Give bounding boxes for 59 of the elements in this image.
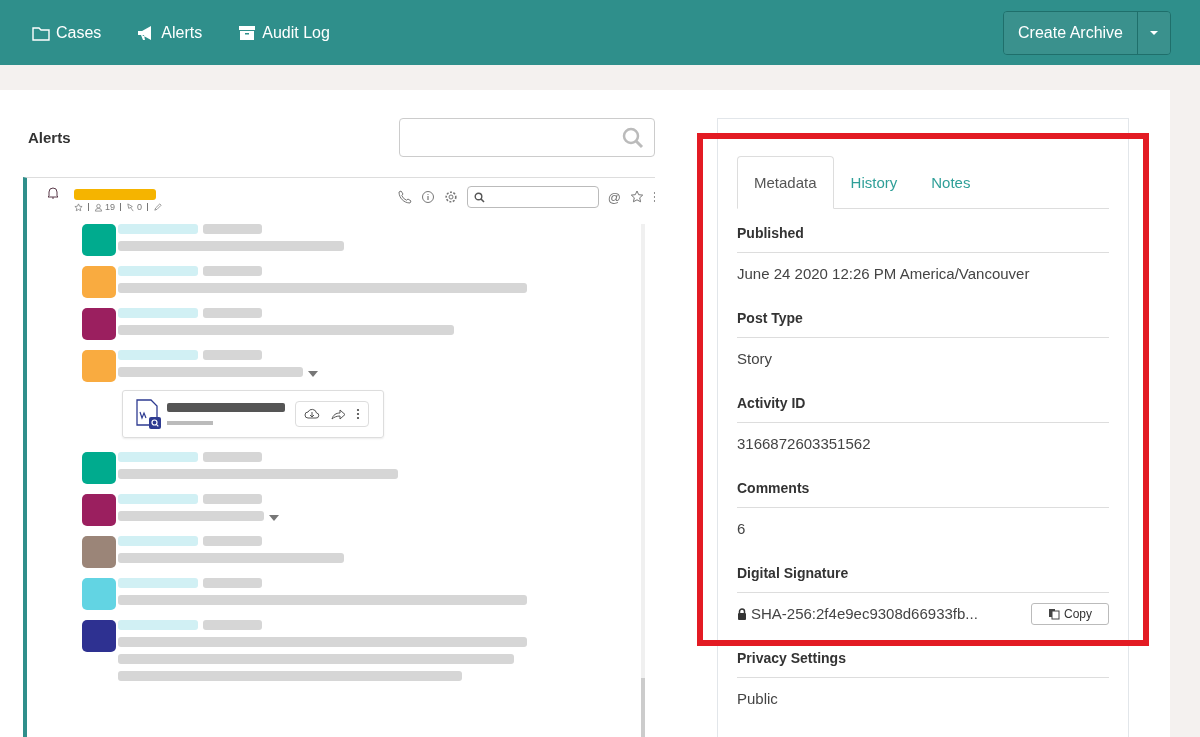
- document-icon: [135, 399, 161, 429]
- nav-link[interactable]: Cases: [32, 23, 102, 42]
- feed-search-field[interactable]: [466, 186, 599, 208]
- section-title: Alerts: [28, 129, 71, 146]
- caret-icon[interactable]: [308, 371, 318, 377]
- dropdown-toggle-button[interactable]: [1138, 11, 1170, 54]
- field-label: Post Type: [737, 294, 1109, 338]
- pencil-icon: [153, 202, 163, 212]
- info-icon[interactable]: [420, 190, 435, 204]
- settings-icon[interactable]: [443, 190, 458, 204]
- share-arrow-icon[interactable]: [330, 407, 346, 421]
- redacted-time-bar: [203, 350, 262, 360]
- tab[interactable]: Metadata: [737, 156, 834, 209]
- redacted-time-bar: [203, 308, 262, 318]
- field-label: Activity ID: [737, 379, 1109, 423]
- search-icon: [622, 126, 644, 149]
- lock-icon: [737, 607, 747, 620]
- redacted-time-bar: [203, 578, 262, 588]
- field-value: 3166872603351562: [737, 435, 871, 452]
- folder-icon: [32, 24, 50, 41]
- search-field[interactable]: [399, 118, 655, 157]
- field-label: Comments: [737, 464, 1109, 508]
- attachment-card[interactable]: [122, 390, 384, 438]
- field-label: Digital Signature: [737, 549, 1109, 593]
- tab[interactable]: Notes: [914, 156, 988, 209]
- redacted-time-bar: [203, 620, 262, 630]
- copy-button[interactable]: Copy: [1031, 602, 1109, 625]
- redacted-size-bar: [167, 421, 213, 425]
- star-icon[interactable]: [630, 190, 644, 204]
- nav-link[interactable]: Audit Log: [238, 23, 330, 42]
- redacted-time-bar: [203, 224, 262, 234]
- nav-link[interactable]: Alerts: [137, 23, 203, 42]
- kebab-menu-icon[interactable]: [356, 407, 360, 421]
- bell-icon: [47, 186, 59, 200]
- field-value: Story: [737, 350, 772, 367]
- create-archive-button[interactable]: Create Archive: [1004, 11, 1138, 54]
- member-count: 19: [105, 202, 115, 212]
- caret-icon[interactable]: [269, 515, 279, 521]
- field-value: Public: [737, 690, 778, 707]
- copy-icon: [1048, 607, 1060, 620]
- field-label: Privacy Settings: [737, 634, 1109, 678]
- redacted-time-bar: [203, 452, 262, 462]
- redacted-time-bar: [203, 536, 262, 546]
- person-icon: [94, 202, 103, 212]
- field-label: Published: [737, 209, 1109, 253]
- field-value: SHA-256:2f4e9ec9308d66933fb...: [751, 605, 978, 622]
- pin-count: 0: [137, 202, 143, 212]
- redacted-time-bar: [203, 494, 262, 504]
- tab[interactable]: History: [833, 156, 915, 209]
- cloud-download-icon[interactable]: [304, 407, 320, 421]
- field-value: June 24 2020 12:26 PM America/Vancouver: [737, 265, 1030, 282]
- field-value: 6: [737, 520, 746, 537]
- star-icon: [74, 202, 83, 212]
- archive-box-icon: [238, 24, 257, 41]
- mention-button[interactable]: @: [607, 189, 621, 205]
- caret-icon: [1149, 29, 1159, 36]
- redacted-time-bar: [203, 266, 262, 276]
- phone-icon[interactable]: [397, 190, 412, 204]
- search-icon: [473, 191, 485, 203]
